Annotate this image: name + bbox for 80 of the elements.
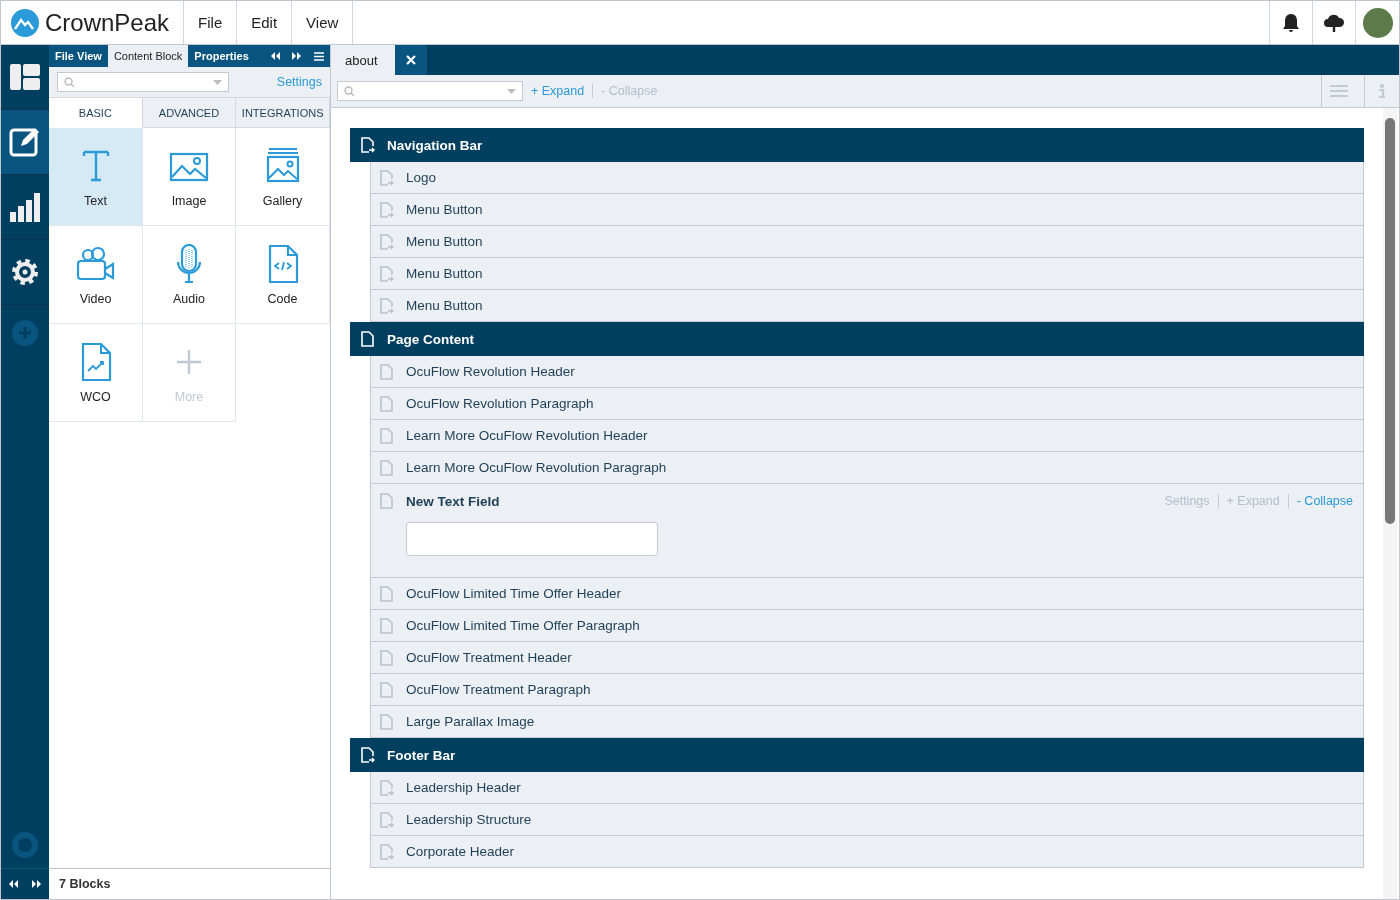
linked-document-icon: [380, 169, 394, 186]
linked-document-icon: [380, 265, 394, 282]
content-item[interactable]: Learn More OcuFlow Revolution Header: [370, 420, 1364, 452]
text-input-field[interactable]: [406, 522, 658, 556]
document-icon: [380, 617, 394, 634]
search-field[interactable]: [337, 81, 523, 101]
panel-tab[interactable]: Content Block: [107, 45, 189, 67]
content-item[interactable]: OcuFlow Treatment Paragraph: [370, 674, 1364, 706]
document-icon: [380, 681, 394, 698]
document-icon: [380, 395, 394, 412]
user-avatar[interactable]: [1362, 7, 1393, 38]
block-tile[interactable]: WCO: [49, 324, 143, 422]
document-icon: [380, 459, 394, 476]
section-header[interactable]: Page Content: [350, 322, 1364, 356]
content-item[interactable]: Menu Button: [370, 194, 1364, 226]
block-tile[interactable]: Text: [49, 128, 143, 226]
content-item[interactable]: Logo: [370, 162, 1364, 194]
brand-name: CrownPeak: [45, 8, 170, 37]
content-item[interactable]: OcuFlow Limited Time Offer Header: [370, 578, 1364, 610]
category-tab[interactable]: INTEGRATIONS: [236, 98, 330, 128]
linked-document-icon: [361, 747, 375, 763]
content-item[interactable]: New Text Field Settings + Expand - Collapse: [370, 484, 1364, 578]
menu-item[interactable]: View: [292, 1, 354, 44]
edit-icon: [9, 126, 41, 158]
category-tab[interactable]: BASIC: [49, 98, 143, 128]
document-icon: [380, 713, 394, 730]
crown-logo-icon: [11, 8, 39, 37]
expand-right-icon[interactable]: [32, 880, 42, 888]
document-icon: [380, 649, 394, 666]
block-tile[interactable]: Video: [49, 226, 143, 324]
block-tile[interactable]: Audio: [143, 226, 236, 324]
block-tile[interactable]: Image: [143, 128, 236, 226]
document-icon: [380, 363, 394, 380]
collapse-left-icon[interactable]: [270, 52, 280, 60]
field-label: New Text Field: [406, 493, 500, 509]
linked-document-icon: [380, 297, 394, 314]
content-item[interactable]: Menu Button: [370, 290, 1364, 322]
document-icon: [380, 585, 394, 602]
section-header[interactable]: Navigation Bar: [350, 128, 1364, 162]
content-item[interactable]: OcuFlow Revolution Paragraph: [370, 388, 1364, 420]
content-item[interactable]: OcuFlow Limited Time Offer Paragraph: [370, 610, 1364, 642]
gear-icon: [10, 257, 40, 287]
plus-icon: [12, 320, 38, 346]
document-tab[interactable]: about: [331, 45, 395, 75]
section-header[interactable]: Footer Bar: [350, 738, 1364, 772]
menu-icon[interactable]: [314, 52, 324, 61]
content-item[interactable]: Leadership Structure: [370, 804, 1364, 836]
block-tile[interactable]: Gallery: [236, 128, 330, 226]
bar-chart-icon: [10, 192, 40, 222]
linked-document-icon: [380, 779, 394, 796]
content-item[interactable]: Menu Button: [370, 226, 1364, 258]
content-item[interactable]: Large Parallax Image: [370, 706, 1364, 738]
layout-icon: [10, 64, 40, 90]
content-item[interactable]: Leadership Header: [370, 772, 1364, 804]
block-tile[interactable]: Code: [236, 226, 330, 324]
category-tab[interactable]: ADVANCED: [142, 98, 237, 128]
content-item[interactable]: OcuFlow Treatment Header: [370, 642, 1364, 674]
content-item[interactable]: Menu Button: [370, 258, 1364, 290]
search-icon: [344, 85, 355, 97]
document-icon: [380, 427, 394, 444]
search-icon: [64, 76, 75, 88]
linked-document-icon: [380, 201, 394, 218]
block-count: 7 Blocks: [49, 868, 330, 899]
menu-item[interactable]: Edit: [237, 1, 293, 44]
content-item[interactable]: Learn More OcuFlow Revolution Paragraph: [370, 452, 1364, 484]
linked-document-icon: [380, 233, 394, 250]
expand-right-icon[interactable]: [292, 52, 302, 60]
search-field[interactable]: [57, 72, 229, 92]
close-icon[interactable]: [395, 45, 427, 75]
content-item[interactable]: OcuFlow Revolution Header: [370, 356, 1364, 388]
menu-item[interactable]: File: [184, 1, 238, 44]
document-icon: [380, 493, 394, 509]
edit-button[interactable]: [1, 110, 49, 175]
content-item[interactable]: Corporate Header: [370, 836, 1364, 868]
linked-document-icon: [361, 137, 375, 153]
collapse-left-icon[interactable]: [8, 880, 18, 888]
linked-document-icon: [380, 843, 394, 860]
document-icon: [361, 331, 375, 347]
scrollbar-thumb[interactable]: [1385, 118, 1395, 524]
linked-document-icon: [380, 811, 394, 828]
